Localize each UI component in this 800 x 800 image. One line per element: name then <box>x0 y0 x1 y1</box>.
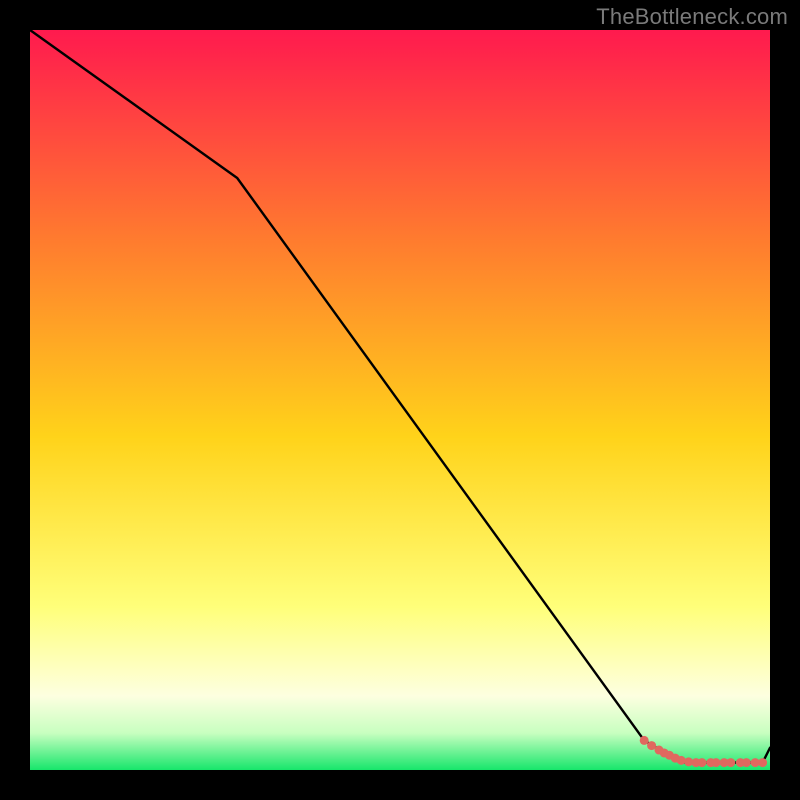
watermark-text: TheBottleneck.com <box>596 4 788 30</box>
marker-point <box>697 758 706 767</box>
chart-svg <box>30 30 770 770</box>
chart-frame: TheBottleneck.com <box>0 0 800 800</box>
marker-point <box>758 758 767 767</box>
gradient-background <box>30 30 770 770</box>
marker-point <box>640 736 649 745</box>
marker-point <box>726 758 735 767</box>
marker-point <box>711 758 720 767</box>
plot-area <box>30 30 770 770</box>
marker-point <box>677 756 686 765</box>
marker-point <box>742 758 751 767</box>
